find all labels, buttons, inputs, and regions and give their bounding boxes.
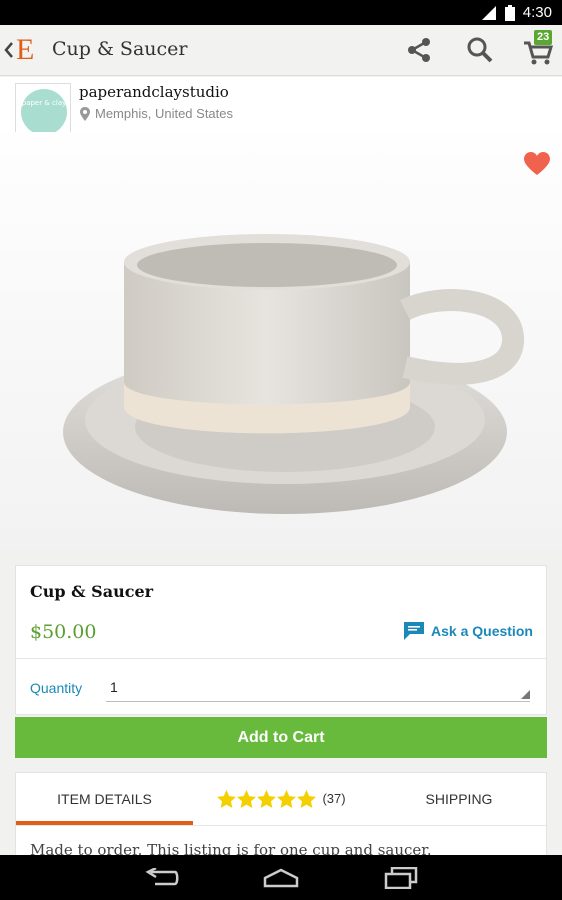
tab-reviews[interactable]: (37) <box>193 773 370 825</box>
shop-header[interactable]: paper & clay paperandclaystudio Memphis,… <box>0 77 562 139</box>
status-icons: 4:30 <box>481 4 552 21</box>
signal-icon <box>481 5 496 20</box>
dropdown-arrow-icon <box>521 690 530 699</box>
star-icon <box>297 789 317 808</box>
listing-info-card: Cup & Saucer $50.00 Ask a Question Quant… <box>15 565 547 715</box>
star-icon <box>217 789 237 808</box>
star-icon <box>237 789 257 808</box>
page-title: Cup & Saucer <box>52 38 188 60</box>
star-icon <box>277 789 297 808</box>
share-icon[interactable] <box>404 36 436 64</box>
ask-question-button[interactable]: Ask a Question <box>404 622 533 640</box>
tab-shipping[interactable]: SHIPPING <box>370 773 548 825</box>
listing-title: Cup & Saucer <box>30 582 154 601</box>
review-count: (37) <box>322 791 346 806</box>
cart-count-badge: 23 <box>534 30 553 45</box>
speech-bubble-icon <box>404 622 424 640</box>
etsy-logo[interactable]: E <box>16 33 34 67</box>
status-time: 4:30 <box>522 4 552 21</box>
details-tabs-card: ITEM DETAILS (37) SHIPPING Made to order… <box>15 772 547 862</box>
star-icon <box>257 789 277 808</box>
quantity-value: 1 <box>110 679 118 695</box>
nav-recents-icon[interactable] <box>384 867 418 889</box>
status-bar: 4:30 <box>0 0 562 25</box>
cup-and-saucer-photo <box>0 132 562 550</box>
add-to-cart-button[interactable]: Add to Cart <box>15 717 547 758</box>
search-icon[interactable] <box>464 36 496 64</box>
shop-location: Memphis, United States <box>80 106 233 121</box>
back-chevron-icon[interactable] <box>2 39 16 61</box>
system-nav-bar <box>0 855 562 900</box>
shop-name[interactable]: paperandclaystudio <box>79 83 229 101</box>
listing-price: $50.00 <box>30 621 97 643</box>
quantity-select[interactable]: 1 <box>106 676 530 702</box>
product-image[interactable] <box>0 132 562 550</box>
shop-avatar[interactable]: paper & clay <box>15 83 71 139</box>
app-bar: E Cup & Saucer 23 <box>0 25 562 76</box>
rating-stars <box>217 789 317 809</box>
divider <box>16 825 546 826</box>
tab-item-details[interactable]: ITEM DETAILS <box>16 773 193 825</box>
nav-home-icon[interactable] <box>263 868 299 888</box>
heart-icon[interactable] <box>524 152 550 176</box>
shop-location-text: Memphis, United States <box>95 106 234 121</box>
shop-avatar-logo: paper & clay <box>21 89 67 135</box>
map-pin-icon <box>80 106 90 121</box>
divider <box>16 658 546 659</box>
quantity-label: Quantity <box>30 680 83 696</box>
battery-icon <box>504 4 515 21</box>
nav-back-icon[interactable] <box>145 868 179 888</box>
ask-question-label: Ask a Question <box>431 623 533 639</box>
